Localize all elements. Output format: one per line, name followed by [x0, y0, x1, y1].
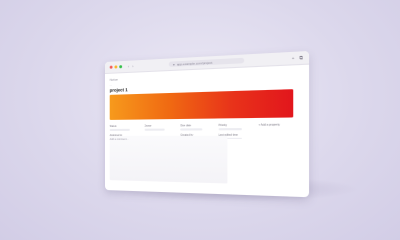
close-button[interactable]	[109, 65, 113, 69]
property-label: Owner	[144, 124, 152, 128]
window-controls	[109, 65, 123, 69]
lock-icon: ●	[172, 61, 175, 67]
property-owner[interactable]: Owner	[144, 124, 174, 131]
add-property-button[interactable]: + Add a property	[258, 123, 293, 129]
properties-row: Status Owner Due date Priority + Add a p…	[109, 123, 294, 131]
chevron-left-icon[interactable]: ‹	[128, 63, 129, 68]
add-icon[interactable]: +	[292, 55, 295, 61]
page-content: Notion ... project 1 Status Owner Due da…	[105, 65, 309, 184]
property-label: Priority	[218, 123, 227, 128]
address-bar[interactable]: ● app.example.com/project	[168, 57, 245, 67]
maximize-button[interactable]	[119, 65, 123, 69]
property-label: Due date	[180, 124, 192, 128]
property-priority[interactable]: Priority	[218, 124, 251, 130]
minimize-button[interactable]	[114, 65, 118, 69]
property-empty-2	[258, 133, 293, 139]
url-text: app.example.com/project	[176, 59, 213, 66]
copy-icon[interactable]: ⧉	[299, 54, 302, 60]
content-placeholder: Add a comment...	[109, 135, 228, 184]
property-label: + Add a property	[258, 123, 280, 127]
browser-window: ‹ › ● app.example.com/project + ⧉ Notion…	[105, 50, 310, 198]
property-due-date[interactable]: Due date	[180, 124, 211, 131]
comment-input[interactable]: Add a comment...	[110, 138, 129, 141]
property-status[interactable]: Status	[109, 124, 139, 131]
titlebar-actions: + ⧉	[292, 54, 303, 61]
cover-image	[109, 89, 294, 120]
chevron-right-icon[interactable]: ›	[132, 63, 133, 68]
property-label: Status	[109, 124, 117, 128]
navigation-controls: ‹ ›	[128, 63, 134, 68]
